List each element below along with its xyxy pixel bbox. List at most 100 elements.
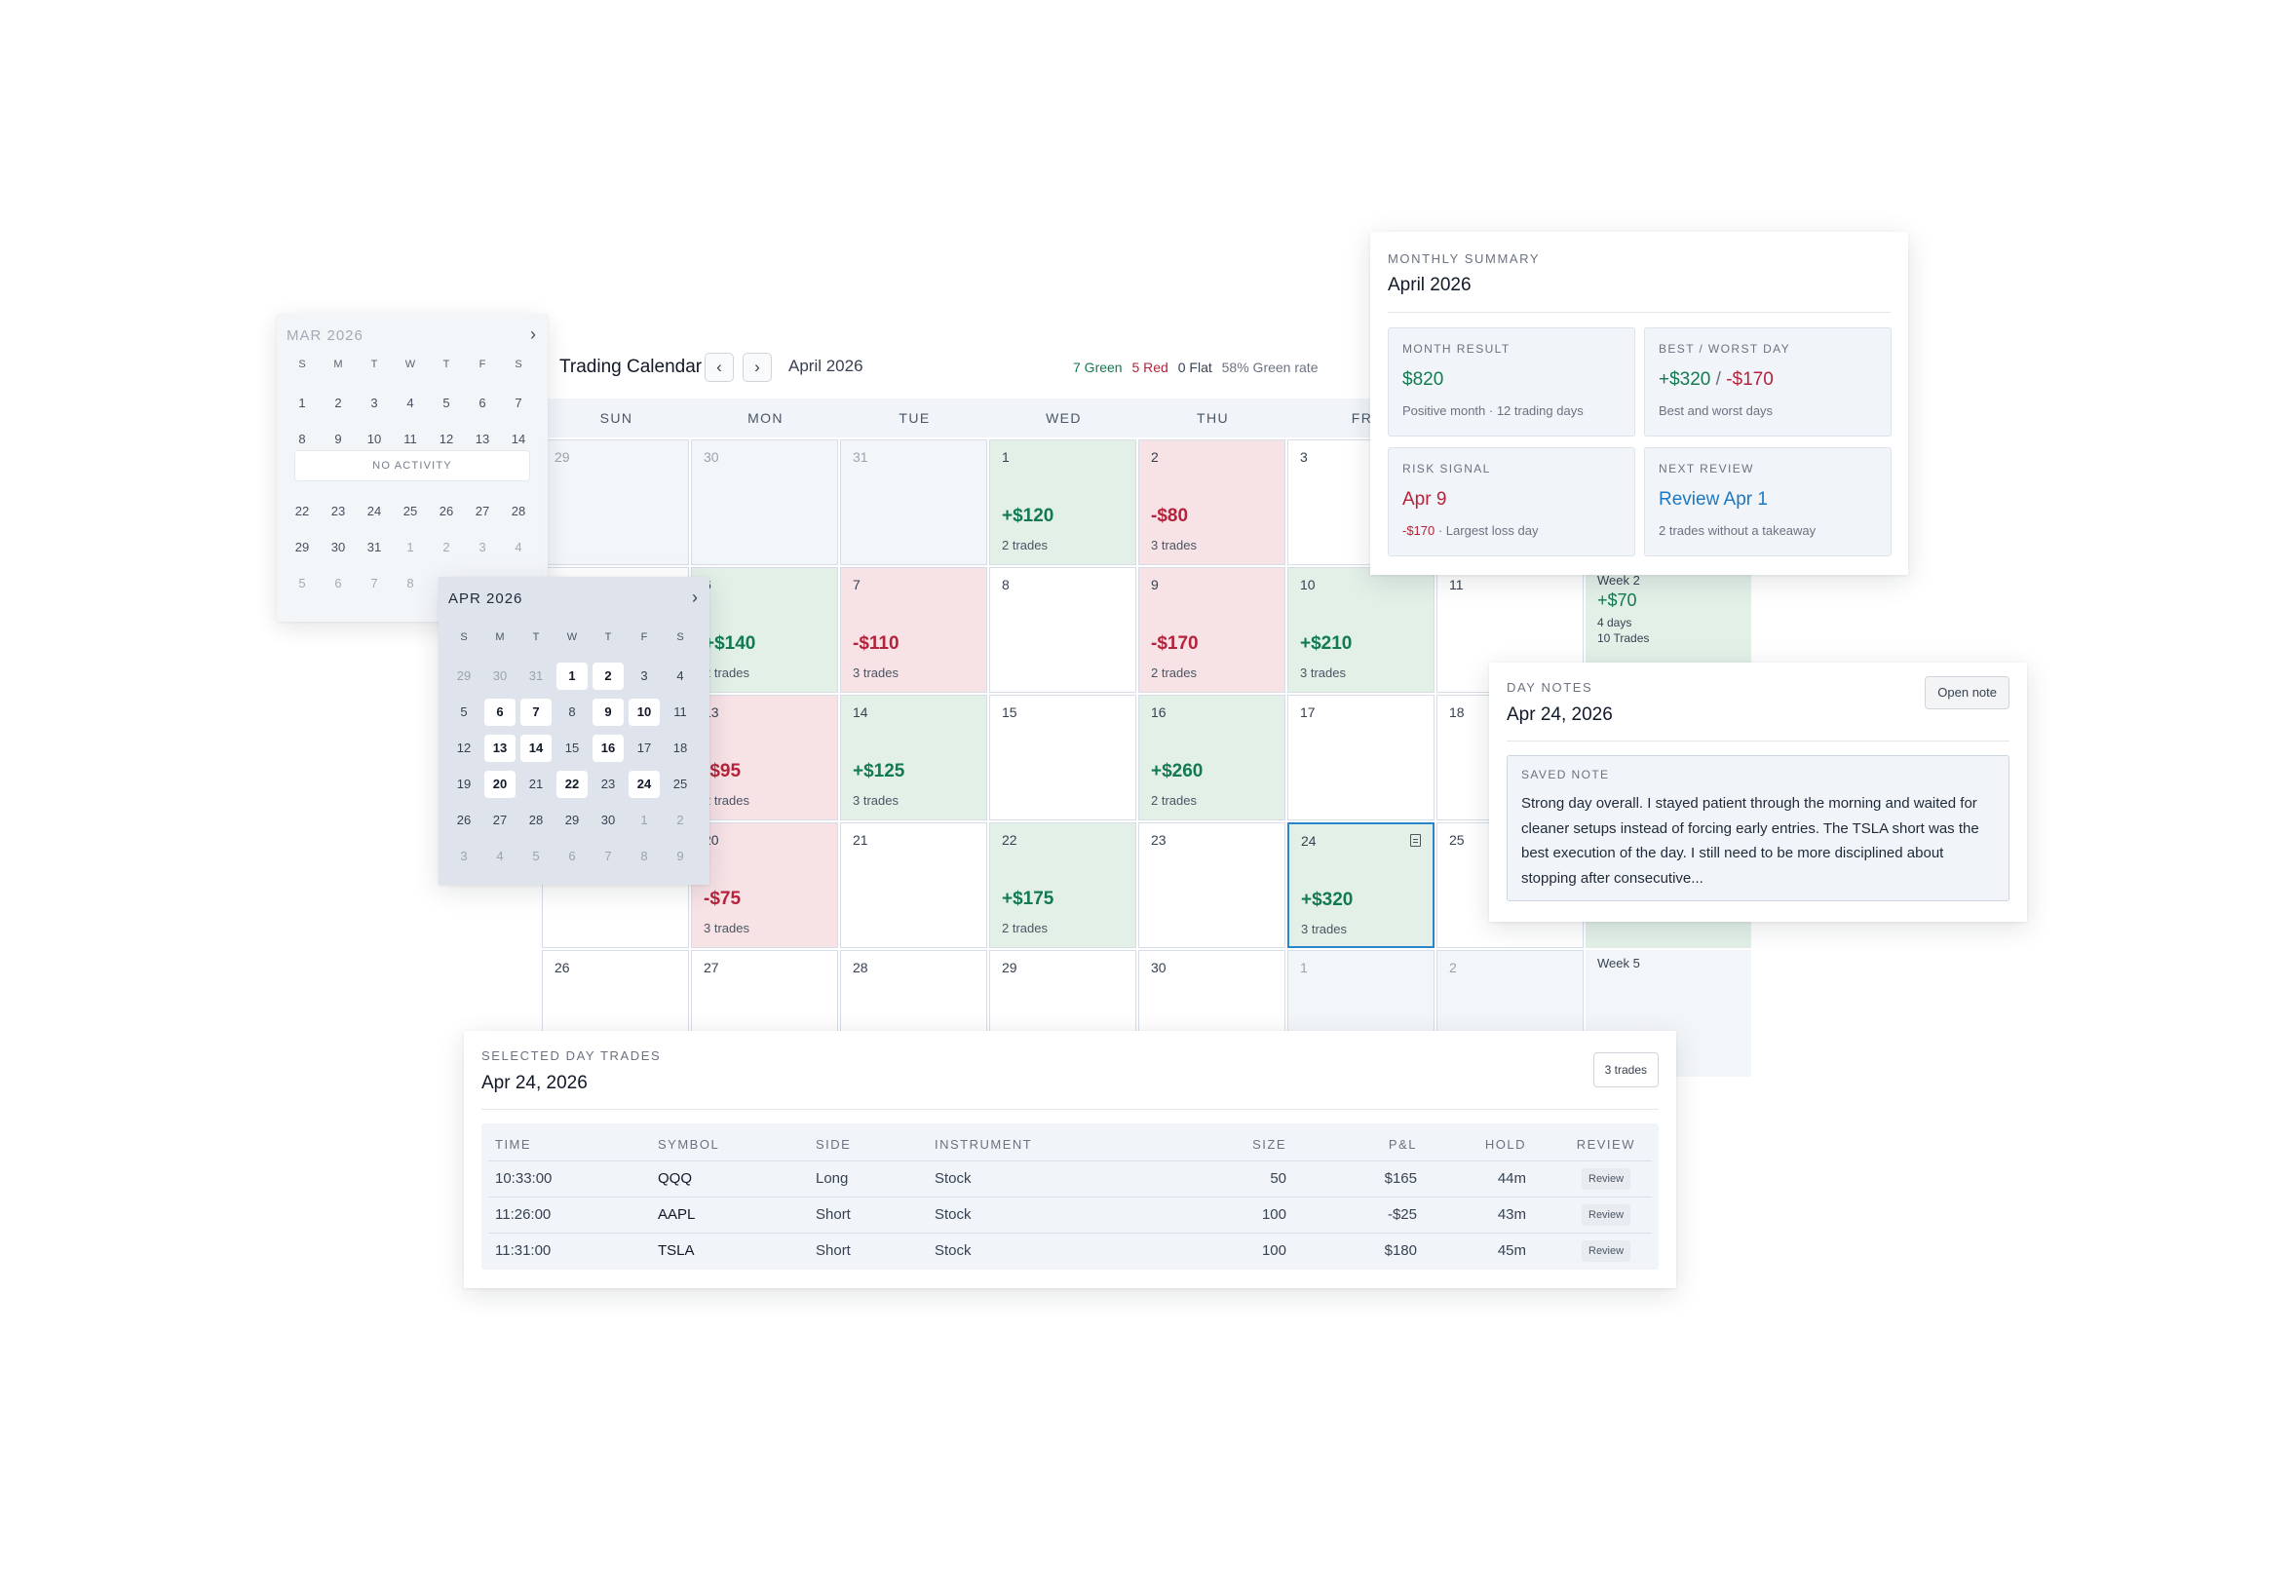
mini-day[interactable]: 2 — [593, 663, 624, 690]
mini-day[interactable]: 23 — [323, 498, 354, 525]
mini-day[interactable]: 14 — [520, 735, 552, 762]
mini-day[interactable]: 1 — [287, 390, 318, 417]
table-row[interactable]: 11:31:00 TSLA Short Stock 100 $180 45m Review — [488, 1233, 1652, 1269]
next-review-card[interactable]: NEXT REVIEW Review Apr 1 2 trades withou… — [1644, 447, 1892, 556]
mini-day[interactable]: 29 — [556, 807, 588, 834]
mini-day[interactable]: 7 — [520, 699, 552, 726]
mini-day[interactable]: 31 — [359, 534, 390, 561]
mini-day[interactable]: 4 — [503, 534, 534, 561]
mini-day[interactable]: 28 — [503, 498, 534, 525]
mini-day[interactable]: 30 — [484, 663, 516, 690]
table-row[interactable]: 10:33:00 QQQ Long Stock 50 $165 44m Review — [488, 1160, 1652, 1197]
mini-day[interactable]: 2 — [431, 534, 462, 561]
note-icon[interactable] — [1410, 834, 1421, 847]
mini-day[interactable]: 5 — [448, 699, 479, 726]
calendar-day-cell[interactable]: 23 — [1138, 822, 1285, 948]
mini-day[interactable]: 31 — [520, 663, 552, 690]
mini-day[interactable]: 1 — [556, 663, 588, 690]
mini-day[interactable]: 30 — [593, 807, 624, 834]
mini-day[interactable]: 6 — [556, 843, 588, 870]
review-link[interactable]: Review Apr 1 — [1659, 489, 1768, 511]
mini-day[interactable]: 22 — [287, 498, 318, 525]
mini-day[interactable]: 3 — [467, 534, 498, 561]
mini-day[interactable]: 2 — [665, 807, 696, 834]
mini-day[interactable]: 8 — [395, 570, 426, 597]
table-row[interactable]: 11:26:00 AAPL Short Stock 100 -$25 43m Review — [488, 1197, 1652, 1233]
open-note-button[interactable]: Open note — [1925, 676, 2009, 709]
mini-day[interactable]: 9 — [593, 699, 624, 726]
calendar-day-cell[interactable]: 21 — [840, 822, 987, 948]
mini-day[interactable]: 22 — [556, 771, 588, 798]
mini-day[interactable]: 26 — [448, 807, 479, 834]
mini-day[interactable]: 1 — [629, 807, 660, 834]
mini-day[interactable]: 3 — [629, 663, 660, 690]
mini-day[interactable]: 4 — [395, 390, 426, 417]
mini-day[interactable]: 1 — [395, 534, 426, 561]
mini-day[interactable]: 4 — [665, 663, 696, 690]
calendar-day-cell[interactable]: 13 -$95 2 trades — [691, 695, 838, 820]
mini-day[interactable]: 13 — [484, 735, 516, 762]
mini-day[interactable]: 30 — [323, 534, 354, 561]
calendar-day-cell[interactable]: 30 — [691, 439, 838, 565]
mini-day[interactable]: 6 — [484, 699, 516, 726]
mini-day[interactable]: 24 — [359, 498, 390, 525]
mini-day[interactable]: 14 — [503, 426, 534, 453]
mini-day[interactable]: 5 — [431, 390, 462, 417]
next-month-button[interactable]: › — [743, 353, 772, 382]
mini-day[interactable]: 4 — [484, 843, 516, 870]
calendar-day-cell[interactable]: 17 — [1287, 695, 1435, 820]
mini-day[interactable]: 3 — [359, 390, 390, 417]
mini-day[interactable]: 20 — [484, 771, 516, 798]
mini-day[interactable]: 17 — [629, 735, 660, 762]
calendar-day-cell[interactable]: 22 +$175 2 trades — [989, 822, 1136, 948]
mini-day[interactable]: 11 — [395, 426, 426, 453]
calendar-day-cell[interactable]: 31 — [840, 439, 987, 565]
mini-day[interactable]: 24 — [629, 771, 660, 798]
mini-day[interactable]: 26 — [431, 498, 462, 525]
mini-day[interactable]: 16 — [593, 735, 624, 762]
mini-day[interactable]: 7 — [503, 390, 534, 417]
calendar-day-cell[interactable]: 6+$1402 trades — [691, 567, 838, 693]
mini-next-arrow-icon[interactable]: › — [692, 588, 698, 608]
review-button[interactable]: Review — [1582, 1204, 1631, 1226]
review-button[interactable]: Review — [1582, 1240, 1631, 1262]
mini-day[interactable]: 3 — [448, 843, 479, 870]
mini-day[interactable]: 6 — [323, 570, 354, 597]
mini-day[interactable]: 11 — [665, 699, 696, 726]
calendar-day-cell[interactable]: 24 +$320 3 trades — [1287, 822, 1435, 948]
mini-day[interactable]: 18 — [665, 735, 696, 762]
mini-day[interactable]: 28 — [520, 807, 552, 834]
mini-day[interactable]: 8 — [556, 699, 588, 726]
calendar-day-cell[interactable]: 20 -$75 3 trades — [691, 822, 838, 948]
mini-day[interactable]: 7 — [593, 843, 624, 870]
prev-month-button[interactable]: ‹ — [705, 353, 734, 382]
mini-day[interactable]: 13 — [467, 426, 498, 453]
calendar-day-cell[interactable]: 2 -$80 3 trades — [1138, 439, 1285, 565]
mini-day[interactable]: 25 — [395, 498, 426, 525]
mini-day[interactable]: 15 — [556, 735, 588, 762]
saved-note-box[interactable]: SAVED NOTE Strong day overall. I stayed … — [1507, 755, 2009, 901]
mini-day[interactable]: 12 — [431, 426, 462, 453]
calendar-day-cell[interactable]: 14 +$125 3 trades — [840, 695, 987, 820]
mini-day[interactable]: 27 — [484, 807, 516, 834]
mini-day[interactable]: 9 — [665, 843, 696, 870]
calendar-day-cell[interactable]: 8 — [989, 567, 1136, 693]
mini-day[interactable]: 5 — [520, 843, 552, 870]
mini-day[interactable]: 21 — [520, 771, 552, 798]
mini-day[interactable]: 29 — [287, 534, 318, 561]
calendar-day-cell[interactable]: 15 — [989, 695, 1136, 820]
risk-signal-card[interactable]: RISK SIGNAL Apr 9 -$170 · Largest loss d… — [1388, 447, 1635, 556]
calendar-day-cell[interactable]: 29 — [542, 439, 689, 565]
review-button[interactable]: Review — [1582, 1168, 1631, 1190]
mini-next-arrow-icon[interactable]: › — [530, 324, 536, 345]
calendar-day-cell[interactable]: 7 -$110 3 trades — [840, 567, 987, 693]
mini-day[interactable]: 8 — [629, 843, 660, 870]
mini-day[interactable]: 29 — [448, 663, 479, 690]
mini-day[interactable]: 5 — [287, 570, 318, 597]
mini-day[interactable]: 27 — [467, 498, 498, 525]
mini-day[interactable]: 9 — [323, 426, 354, 453]
mini-day[interactable]: 10 — [359, 426, 390, 453]
mini-day[interactable]: 2 — [323, 390, 354, 417]
calendar-day-cell[interactable]: 1 +$120 2 trades — [989, 439, 1136, 565]
mini-day[interactable]: 12 — [448, 735, 479, 762]
